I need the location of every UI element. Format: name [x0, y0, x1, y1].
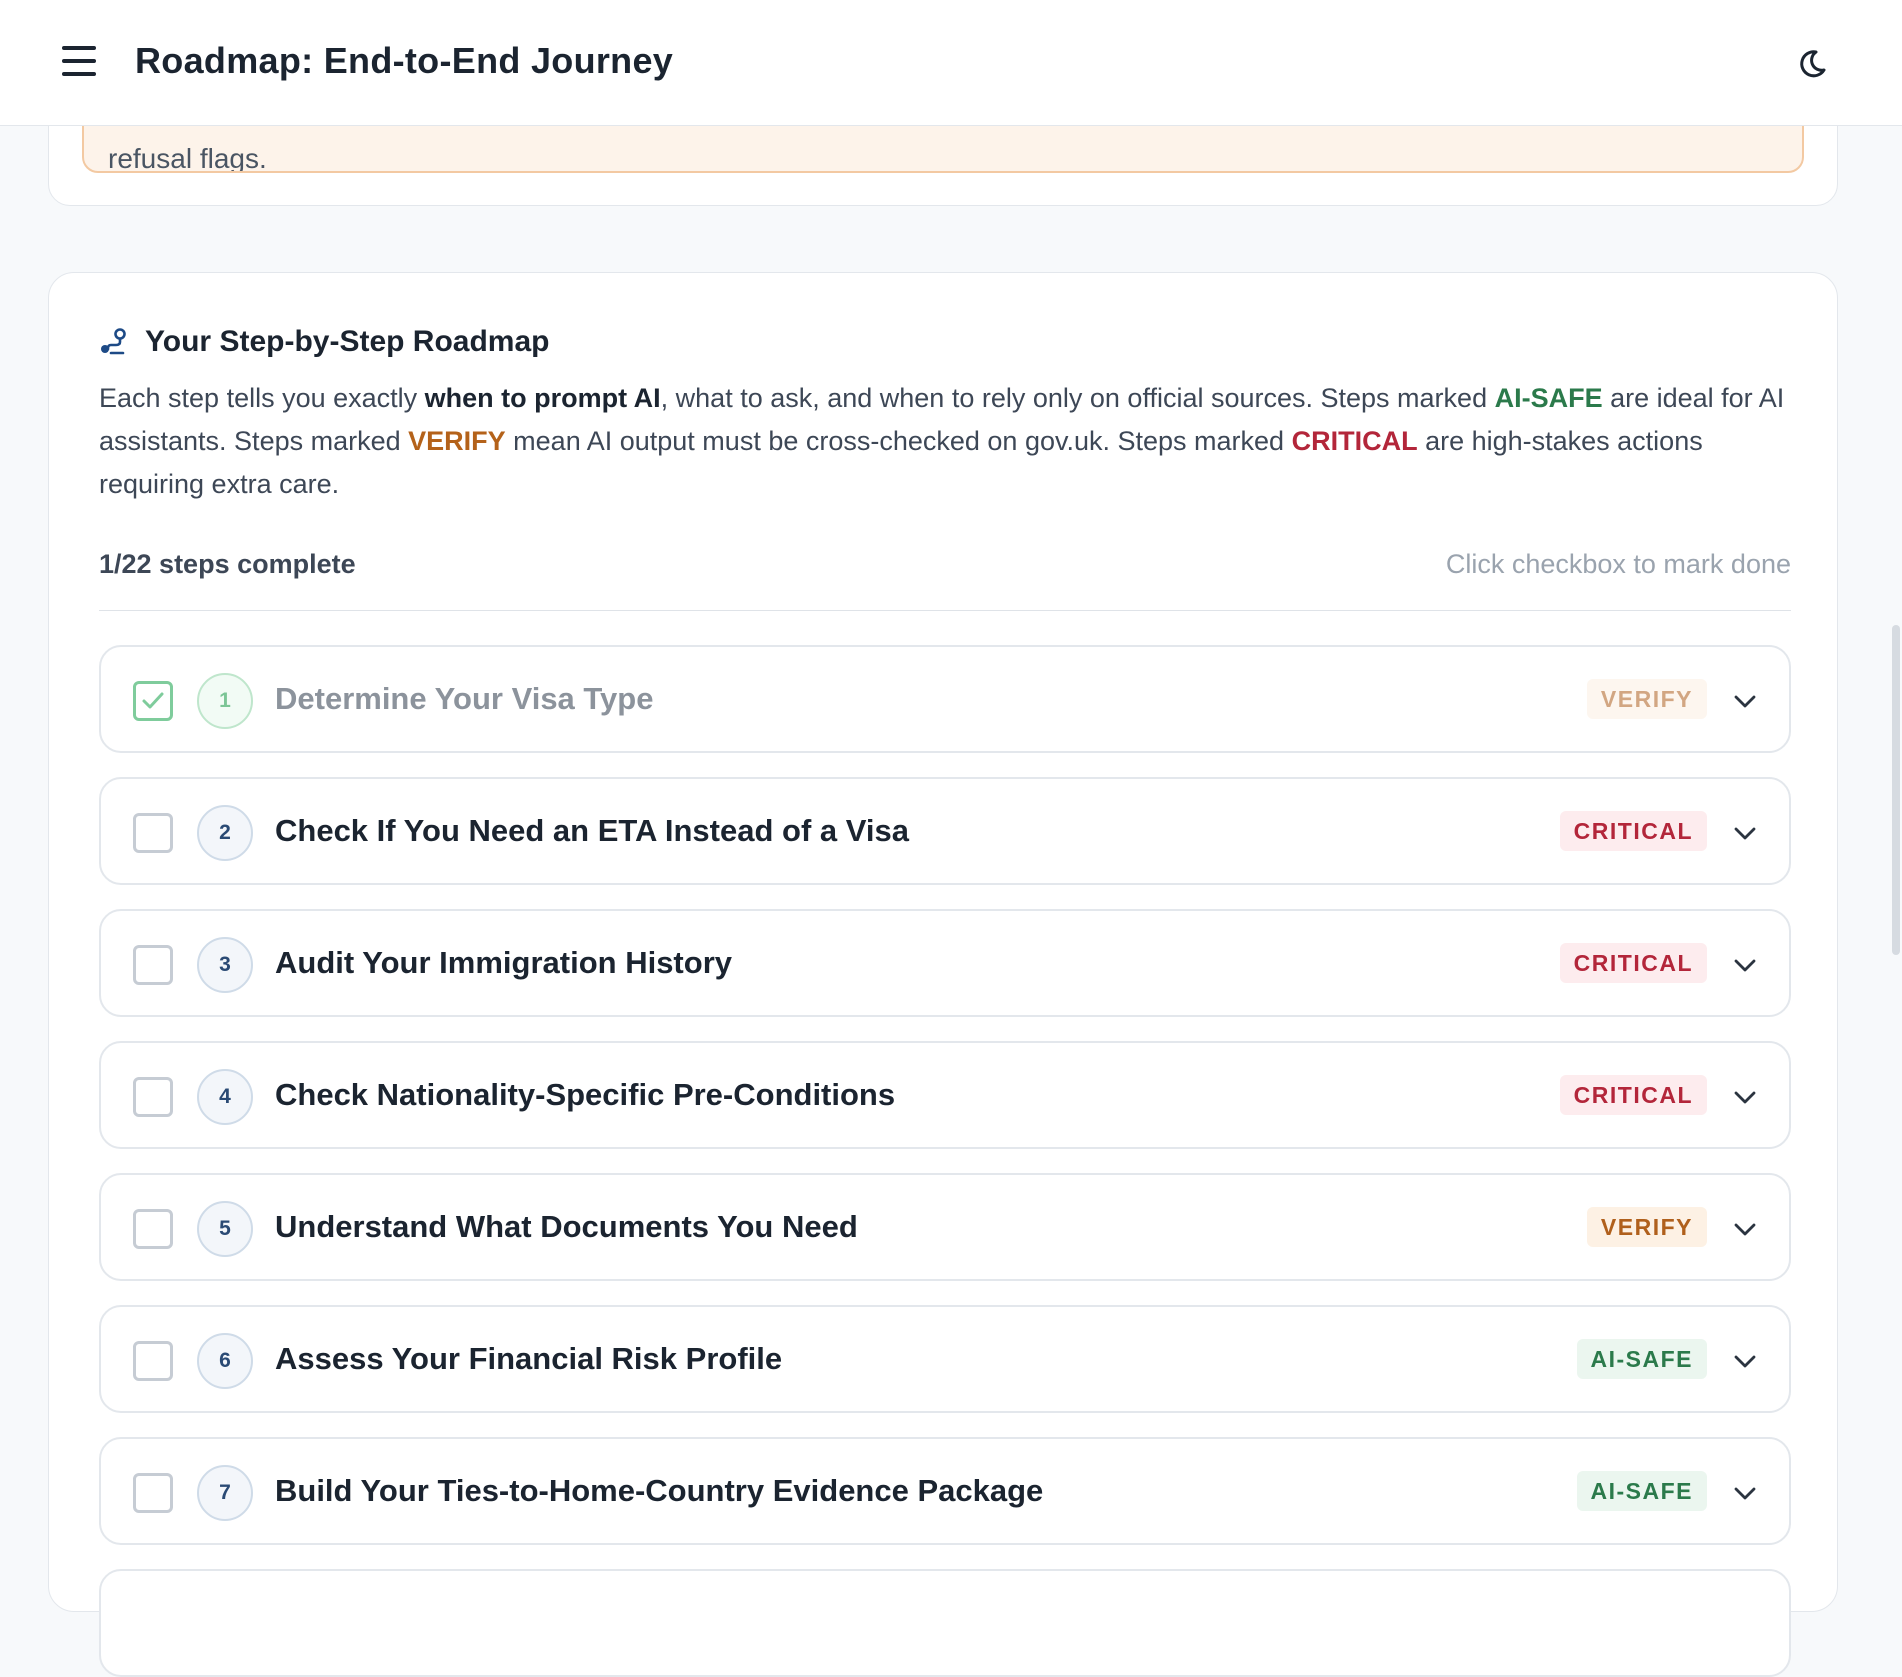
step-item[interactable]: 1 Determine Your Visa Type VERIFY [99, 645, 1791, 753]
step-checkbox[interactable] [133, 1077, 173, 1117]
step-item[interactable] [99, 1569, 1791, 1677]
step-item[interactable]: 5 Understand What Documents You Need VER… [99, 1173, 1791, 1281]
critical-badge: CRITICAL [1559, 1075, 1707, 1115]
step-checkbox[interactable] [133, 1473, 173, 1513]
critical-badge: CRITICAL [1559, 943, 1707, 983]
step-title: Determine Your Visa Type [275, 681, 654, 716]
step-title: Check If You Need an ETA Instead of a Vi… [275, 813, 909, 848]
section-title: Your Step-by-Step Roadmap [145, 325, 550, 358]
chevron-down-icon[interactable] [1731, 819, 1759, 847]
step-number: 2 [197, 805, 253, 861]
step-item[interactable]: 2 Check If You Need an ETA Instead of a … [99, 777, 1791, 885]
intro-text: Each step tells you exactly [99, 383, 425, 413]
step-title: Audit Your Immigration History [275, 945, 732, 980]
ai-safe-badge: AI-SAFE [1576, 1471, 1707, 1511]
chevron-down-icon[interactable] [1731, 687, 1759, 715]
step-number: 7 [197, 1465, 253, 1521]
chevron-down-icon[interactable] [1731, 1215, 1759, 1243]
intro-text: , what to ask, and when to rely only on … [660, 383, 1495, 413]
critical-keyword: CRITICAL [1291, 426, 1418, 456]
progress-hint: Click checkbox to mark done [1445, 549, 1791, 579]
roadmap-card: Your Step-by-Step Roadmap Each step tell… [48, 272, 1838, 1677]
verify-keyword: VERIFY [408, 426, 506, 456]
step-number: 6 [197, 1333, 253, 1389]
roadmap-heading: Your Step-by-Step Roadmap [99, 325, 549, 359]
verify-badge: VERIFY [1586, 1207, 1707, 1247]
route-icon [101, 328, 126, 355]
step-title: Check Nationality-Specific Pre-Condition… [275, 1077, 896, 1112]
critical-badge: CRITICAL [1559, 811, 1707, 851]
progress-count: 1/22 steps complete [99, 549, 356, 579]
chevron-down-icon[interactable] [1731, 1347, 1759, 1375]
step-item[interactable]: 4 Check Nationality-Specific Pre-Conditi… [99, 1041, 1791, 1149]
ai-safe-keyword: AI-SAFE [1494, 383, 1603, 413]
warning-note-text: refusal flags. [108, 143, 267, 173]
step-title: Build Your Ties-to-Home-Country Evidence… [275, 1473, 1044, 1508]
step-title: Assess Your Financial Risk Profile [275, 1341, 783, 1376]
intro-emphasis: when to prompt AI [424, 383, 661, 413]
step-checkbox[interactable] [133, 1209, 173, 1249]
step-item[interactable]: 6 Assess Your Financial Risk Profile AI-… [99, 1305, 1791, 1413]
step-number: 5 [197, 1201, 253, 1257]
intro-text: mean AI output must be cross-checked on … [505, 426, 1292, 456]
ai-safe-badge: AI-SAFE [1576, 1339, 1707, 1379]
verify-badge: VERIFY [1586, 679, 1707, 719]
check-icon [142, 692, 164, 709]
step-checkbox[interactable] [133, 945, 173, 985]
step-checkbox[interactable] [133, 1341, 173, 1381]
chevron-down-icon[interactable] [1731, 1479, 1759, 1507]
step-number: 4 [197, 1069, 253, 1125]
step-item[interactable]: 7 Build Your Ties-to-Home-Country Eviden… [99, 1437, 1791, 1545]
step-title: Understand What Documents You Need [275, 1209, 858, 1244]
moon-icon[interactable] [1796, 48, 1828, 80]
scrollbar[interactable] [1892, 625, 1900, 955]
chevron-down-icon[interactable] [1731, 951, 1759, 979]
chevron-down-icon[interactable] [1731, 1083, 1759, 1111]
step-checkbox[interactable] [133, 681, 173, 721]
roadmap-intro: Each step tells you exactly when to prom… [99, 377, 1799, 506]
step-item[interactable]: 3 Audit Your Immigration History CRITICA… [99, 909, 1791, 1017]
menu-icon[interactable] [62, 46, 96, 76]
app-header: Roadmap: End-to-End Journey [0, 0, 1902, 126]
progress-row: 1/22 steps complete Click checkbox to ma… [99, 549, 1791, 611]
step-number: 1 [197, 673, 253, 729]
step-number: 3 [197, 937, 253, 993]
page-title: Roadmap: End-to-End Journey [135, 40, 674, 81]
step-checkbox[interactable] [133, 813, 173, 853]
